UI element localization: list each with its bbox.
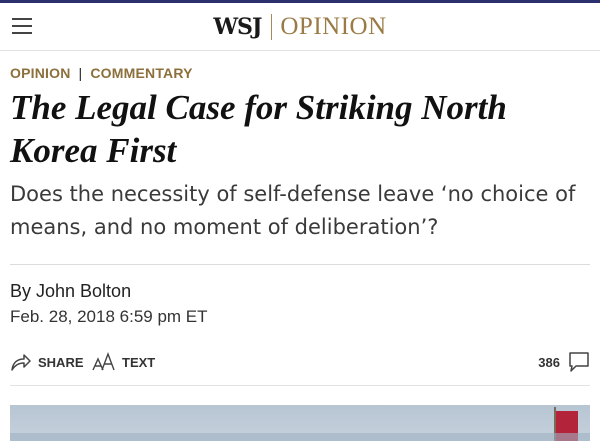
divider	[10, 264, 590, 265]
article-headline: The Legal Case for Striking North Korea …	[10, 88, 507, 170]
photo-ground	[10, 433, 590, 441]
opinion-section-logo: OPINION	[280, 13, 387, 40]
comment-count: 386	[538, 354, 560, 370]
share-arrow-icon	[10, 352, 32, 372]
text-size-button[interactable]: TEXT	[92, 350, 155, 374]
comments-button[interactable]: 386	[538, 350, 590, 374]
share-button[interactable]: SHARE	[10, 350, 84, 374]
kicker-separator: |	[78, 65, 83, 81]
text-size-label: TEXT	[122, 354, 156, 370]
wsj-logo: WSJ	[213, 14, 262, 40]
kicker-category-link[interactable]: COMMENTARY	[90, 65, 192, 81]
article-byline[interactable]: By John Bolton	[10, 281, 131, 302]
site-header: WSJ OPINION	[0, 3, 600, 51]
article-toolbar: SHARE TEXT 386	[10, 345, 590, 379]
hero-photo	[10, 405, 590, 441]
share-label: SHARE	[38, 354, 84, 370]
comment-bubble-icon	[568, 351, 590, 373]
text-size-icon	[92, 352, 116, 372]
brand-divider	[271, 14, 273, 40]
article-timestamp: Feb. 28, 2018 6:59 pm ET	[10, 307, 208, 326]
brand-logo[interactable]: WSJ OPINION	[0, 12, 600, 42]
divider	[10, 385, 590, 386]
article-dek: Does the necessity of self-defense leave…	[10, 182, 576, 239]
article-kicker: OPINION | COMMENTARY	[10, 64, 193, 82]
kicker-section-link[interactable]: OPINION	[10, 65, 71, 81]
